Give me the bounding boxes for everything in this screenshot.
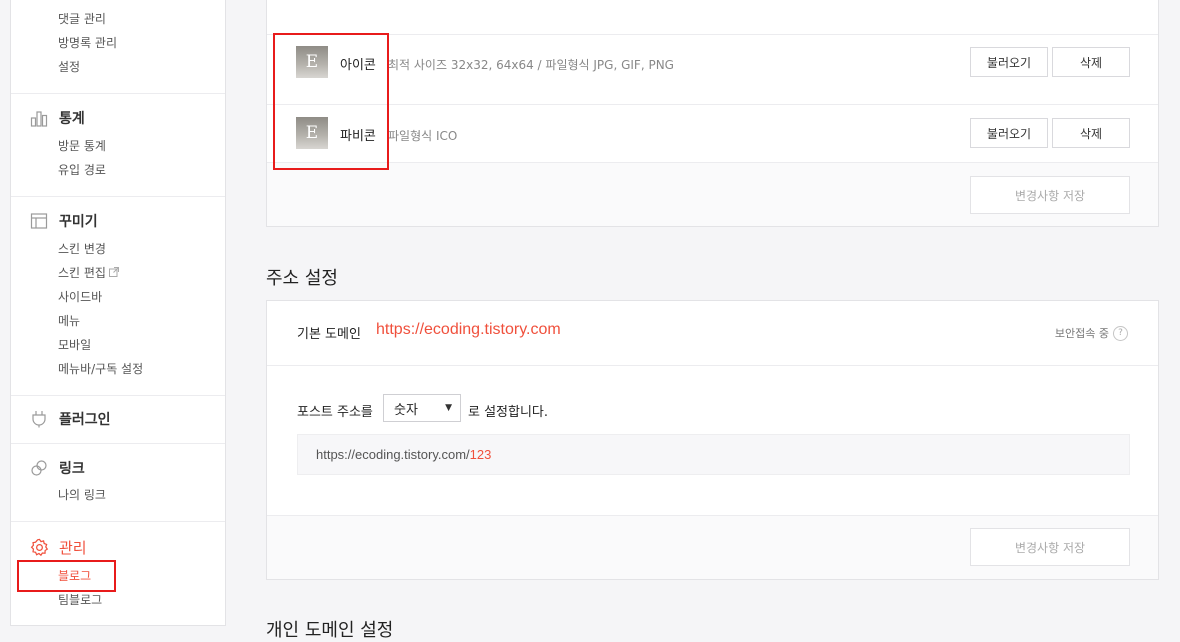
post-address-label: 포스트 주소를 <box>297 405 373 420</box>
divider <box>11 196 225 197</box>
sidebar-item-skin-edit[interactable]: 스킨 편집 <box>58 264 119 281</box>
divider <box>267 365 1158 366</box>
preview-base: https://ecoding.tistory.com/ <box>316 447 470 462</box>
icon-row-desc: 최적 사이즈 32x32, 64x64 / 파일형식 JPG, GIF, PNG <box>388 58 674 72</box>
layout-icon <box>29 211 49 231</box>
link-icon <box>29 458 49 478</box>
divider <box>267 162 1158 163</box>
sidebar-section-manage[interactable]: 관리 <box>29 537 87 558</box>
caret-down-icon: ▼ <box>445 403 452 413</box>
sidebar-item-referrer[interactable]: 유입 경로 <box>58 161 106 178</box>
sidebar-item-visit-stats[interactable]: 방문 통계 <box>58 137 106 154</box>
sidebar: 댓글 관리 방명록 관리 설정 통계 방문 통계 유입 경로 꾸미기 스킨 변경… <box>10 0 226 626</box>
divider <box>11 93 225 94</box>
external-link-icon <box>108 267 119 280</box>
post-url-preview: https://ecoding.tistory.com/123 <box>297 434 1130 475</box>
sidebar-item-team-blog[interactable]: 팀블로그 <box>58 591 102 608</box>
icon-delete-button[interactable]: 삭제 <box>1052 47 1130 77</box>
highlight-box <box>273 33 389 170</box>
divider <box>11 443 225 444</box>
sidebar-item-guestbook[interactable]: 방명록 관리 <box>58 34 117 51</box>
preview-number: 123 <box>469 447 492 462</box>
post-address-suffix: 로 설정합니다. <box>468 405 549 420</box>
sidebar-section-title: 관리 <box>59 539 87 557</box>
gear-icon <box>29 538 49 558</box>
favicon-delete-button[interactable]: 삭제 <box>1052 118 1130 148</box>
sidebar-item-settings[interactable]: 설정 <box>58 58 80 75</box>
sidebar-item-sidebar[interactable]: 사이드바 <box>58 288 102 305</box>
sidebar-section-design[interactable]: 꾸미기 <box>29 211 98 231</box>
sidebar-section-title: 플러그인 <box>59 412 111 428</box>
sidebar-item-skin-change[interactable]: 스킨 변경 <box>58 240 106 257</box>
sidebar-item-label: 스킨 편집 <box>58 266 106 280</box>
divider <box>267 515 1158 516</box>
sidebar-item-my-links[interactable]: 나의 링크 <box>58 486 106 503</box>
divider <box>267 34 1158 35</box>
sidebar-section-title: 링크 <box>59 461 85 477</box>
bar-chart-icon <box>29 108 49 128</box>
icon-settings-panel: E 아이콘 최적 사이즈 32x32, 64x64 / 파일형식 JPG, GI… <box>266 0 1159 227</box>
address-settings-panel: 기본 도메인 https://ecoding.tistory.com 보안접속 … <box>266 300 1159 580</box>
custom-domain-section-title: 개인 도메인 설정 <box>266 620 394 641</box>
sidebar-section-plugin[interactable]: 플러그인 <box>29 409 111 429</box>
save-changes-button[interactable]: 변경사항 저장 <box>970 176 1130 214</box>
plug-icon <box>29 409 49 429</box>
sidebar-item-mobile[interactable]: 모바일 <box>58 336 91 353</box>
sidebar-section-stats[interactable]: 통계 <box>29 108 85 128</box>
sidebar-section-title: 통계 <box>59 111 85 127</box>
select-value: 숫자 <box>394 402 418 418</box>
icon-load-button[interactable]: 불러오기 <box>970 47 1048 77</box>
favicon-row-desc: 파일형식 ICO <box>388 129 458 143</box>
address-section-title: 주소 설정 <box>266 268 338 289</box>
sidebar-item-comments[interactable]: 댓글 관리 <box>58 10 106 27</box>
secure-status-text: 보안접속 중 <box>1054 327 1109 340</box>
sidebar-item-menu[interactable]: 메뉴 <box>58 312 80 329</box>
default-domain-url[interactable]: https://ecoding.tistory.com <box>376 321 561 339</box>
favicon-load-button[interactable]: 불러오기 <box>970 118 1048 148</box>
default-domain-label: 기본 도메인 <box>297 327 361 342</box>
sidebar-section-link[interactable]: 링크 <box>29 458 85 478</box>
divider <box>267 104 1158 105</box>
divider <box>11 395 225 396</box>
sidebar-section-title: 꾸미기 <box>59 214 98 230</box>
highlight-box <box>17 560 116 592</box>
divider <box>11 521 225 522</box>
help-icon[interactable]: ? <box>1113 325 1128 341</box>
save-changes-button[interactable]: 변경사항 저장 <box>970 528 1130 566</box>
sidebar-item-menubar[interactable]: 메뉴바/구독 설정 <box>58 360 143 377</box>
post-address-select[interactable]: 숫자 ▼ <box>383 394 461 422</box>
secure-connection-status: 보안접속 중 ? <box>1055 325 1128 341</box>
